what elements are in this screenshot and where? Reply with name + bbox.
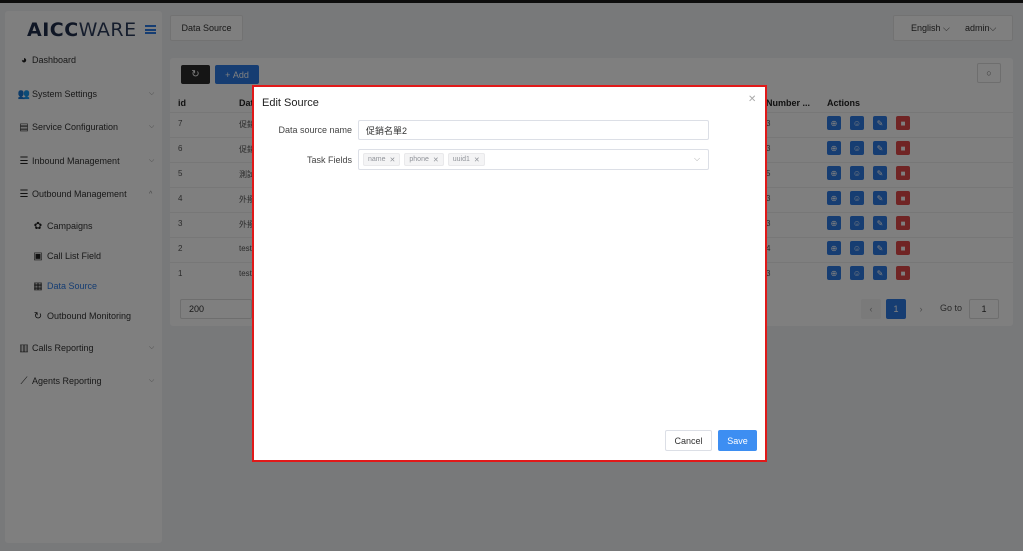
save-button[interactable]: Save: [718, 430, 757, 451]
task-fields-label: Task Fields: [306, 155, 352, 165]
dialog-title: Edit Source: [262, 97, 319, 109]
app-background: AICCWARE ◕ Dashboard 👥 System Settings ⌵…: [0, 0, 1023, 551]
cancel-button[interactable]: Cancel: [665, 430, 712, 451]
task-fields-select[interactable]: name ✕ phone ✕ uuid1 ✕ ⌵: [358, 149, 709, 170]
data-source-name-input[interactable]: 促銷名單2: [358, 120, 709, 140]
edit-source-dialog: Edit Source ✕ Data source name 促銷名單2 Tas…: [252, 85, 767, 462]
chevron-down-icon: ⌵: [694, 154, 701, 163]
tag-name: name ✕: [363, 153, 401, 166]
close-icon[interactable]: ✕: [748, 94, 756, 105]
data-source-name-label: Data source name: [278, 125, 352, 135]
tag-uuid1: uuid1 ✕: [447, 153, 485, 166]
tag-phone: phone ✕: [404, 153, 444, 166]
close-icon[interactable]: ✕: [433, 156, 439, 164]
close-icon[interactable]: ✕: [390, 156, 396, 164]
close-icon[interactable]: ✕: [474, 156, 480, 164]
